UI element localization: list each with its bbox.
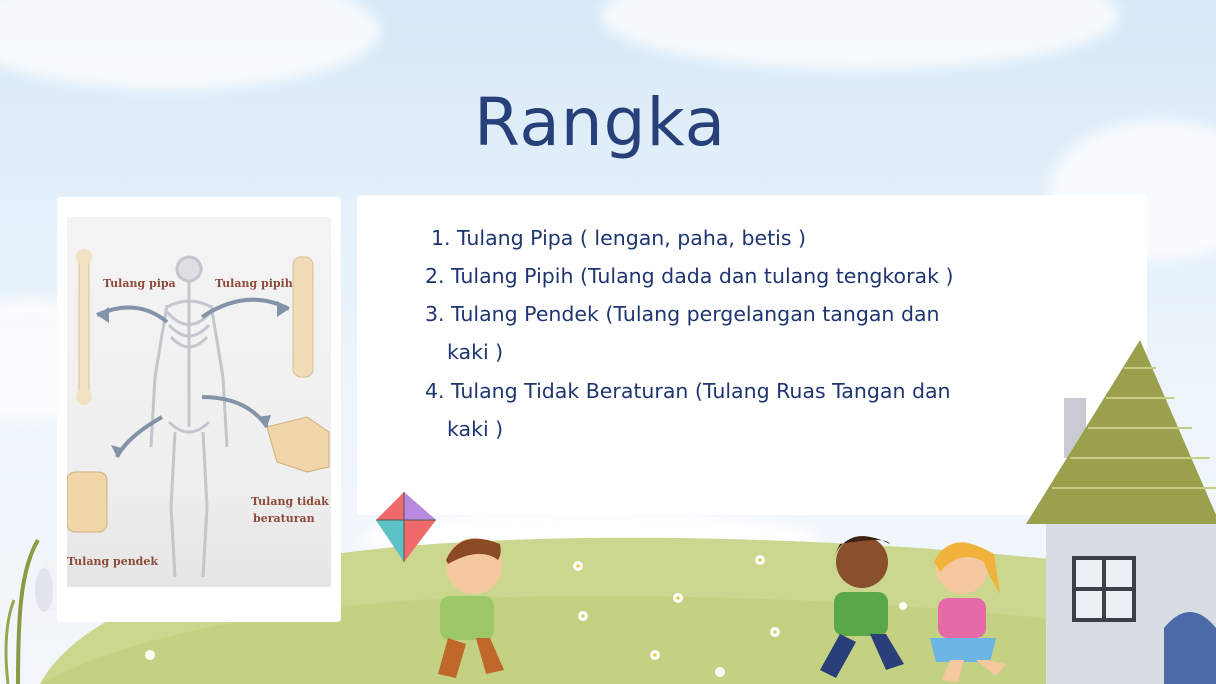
- running-kids-illustration: [438, 536, 1006, 682]
- label-tulang-pendek: Tulang pendek: [67, 555, 158, 568]
- list-item: 4. Tulang Tidak Beraturan (Tulang Ruas Ta…: [425, 379, 951, 403]
- skeleton-illustration: [67, 249, 330, 578]
- list-text: Tulang Tidak Beraturan (Tulang Ruas Tang…: [451, 379, 951, 403]
- list-item-continuation: kaki ): [447, 340, 503, 364]
- slide: Rangka Tulang pipa Tulang pipih Tulang t…: [0, 0, 1216, 684]
- list-text: Tulang Pipih (Tulang dada dan tulang ten…: [451, 264, 954, 288]
- house-illustration: [1026, 340, 1216, 684]
- list-number: 2.: [425, 264, 445, 288]
- list-text: Tulang Pipa ( lengan, paha, betis ): [457, 226, 807, 250]
- label-tulang-tidak-beraturan-2: beraturan: [253, 512, 315, 525]
- list-item: 2. Tulang Pipih (Tulang dada dan tulang t…: [425, 264, 953, 288]
- label-tulang-tidak-beraturan-1: Tulang tidak: [251, 495, 329, 508]
- label-tulang-pipih: Tulang pipih: [215, 277, 293, 290]
- list-item-continuation: kaki ): [447, 417, 503, 441]
- list-item: 3. Tulang Pendek (Tulang pergelangan tang…: [425, 302, 940, 326]
- page-title: Rangka: [473, 84, 727, 161]
- list-number: 4.: [425, 379, 445, 403]
- label-tulang-pipa: Tulang pipa: [103, 277, 176, 290]
- skeleton-image-card: Tulang pipa Tulang pipih Tulang tidak be…: [57, 197, 341, 622]
- list-text: kaki ): [447, 340, 504, 364]
- skeleton-diagram: Tulang pipa Tulang pipih Tulang tidak be…: [67, 217, 331, 587]
- list-item: 1. Tulang Pipa ( lengan, paha, betis ): [431, 226, 806, 250]
- list-text: kaki ): [447, 417, 504, 441]
- list-number: 1.: [431, 226, 451, 250]
- list-text: Tulang Pendek (Tulang pergelangan tangan…: [451, 302, 940, 326]
- list-number: 3.: [425, 302, 445, 326]
